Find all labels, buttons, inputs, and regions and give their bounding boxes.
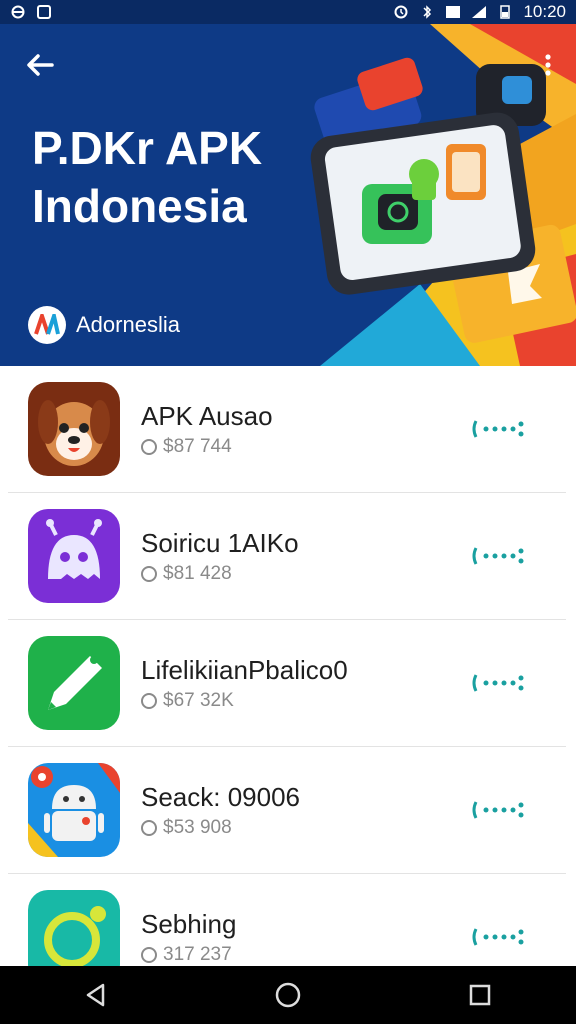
download-button[interactable] bbox=[470, 417, 526, 441]
alarm-icon bbox=[394, 5, 408, 19]
app-meta: 317 237 bbox=[163, 944, 232, 965]
location-icon bbox=[141, 439, 157, 455]
header-banner: P.DKr APK Indonesia Adornesliа bbox=[0, 24, 576, 366]
location-icon bbox=[141, 693, 157, 709]
list-item[interactable]: Seack: 09006 $53 908 bbox=[8, 747, 566, 874]
list-item[interactable]: Sebhing 317 237 bbox=[8, 874, 566, 966]
app-list: APK Ausao $87 744 Soiricu 1AIKo $81 428 bbox=[8, 366, 566, 966]
back-button[interactable] bbox=[22, 50, 58, 80]
app-meta: $67 32K bbox=[163, 690, 234, 711]
location-icon bbox=[141, 947, 157, 963]
page-title: P.DKr APK Indonesia bbox=[32, 122, 263, 232]
brand: Adornesliа bbox=[28, 306, 180, 344]
status-time: 10:20 bbox=[523, 2, 566, 21]
brand-name: Adornesliа bbox=[76, 312, 180, 337]
app-meta: $81 428 bbox=[163, 563, 232, 584]
nav-home-button[interactable] bbox=[268, 975, 308, 1015]
download-button[interactable] bbox=[470, 798, 526, 822]
app-meta: $53 908 bbox=[163, 817, 232, 838]
nav-home-icon bbox=[275, 982, 301, 1008]
nav-recents-button[interactable] bbox=[460, 975, 500, 1015]
signal-icon bbox=[472, 6, 487, 18]
location-icon bbox=[141, 566, 157, 582]
nav-back-button[interactable] bbox=[76, 975, 116, 1015]
download-button[interactable] bbox=[470, 671, 526, 695]
nav-recents-icon bbox=[469, 984, 491, 1006]
battery-icon bbox=[500, 5, 511, 19]
navigation-bar bbox=[0, 966, 576, 1024]
list-item[interactable]: Soiricu 1AIKo $81 428 bbox=[8, 493, 566, 620]
list-item[interactable]: APK Ausao $87 744 bbox=[8, 366, 566, 493]
download-button[interactable] bbox=[470, 925, 526, 949]
ring-icon bbox=[28, 890, 120, 966]
ghost-robot-icon bbox=[28, 509, 120, 603]
download-button[interactable] bbox=[470, 544, 526, 568]
bluetooth-icon bbox=[423, 5, 432, 19]
pen-icon bbox=[28, 636, 120, 730]
list-item[interactable]: LifelikiianPbalico0 $67 32K bbox=[8, 620, 566, 747]
data-icon bbox=[446, 6, 461, 18]
image-icon bbox=[37, 5, 51, 19]
sync-icon bbox=[11, 5, 25, 19]
app-meta: $87 744 bbox=[163, 436, 232, 457]
more-options-button[interactable] bbox=[538, 50, 558, 80]
brand-logo bbox=[28, 306, 66, 344]
android-robot-icon bbox=[28, 763, 120, 857]
dog-face-icon bbox=[28, 382, 120, 476]
location-icon bbox=[141, 820, 157, 836]
status-bar: 10:20 bbox=[0, 0, 576, 24]
nav-back-icon bbox=[86, 983, 105, 1007]
